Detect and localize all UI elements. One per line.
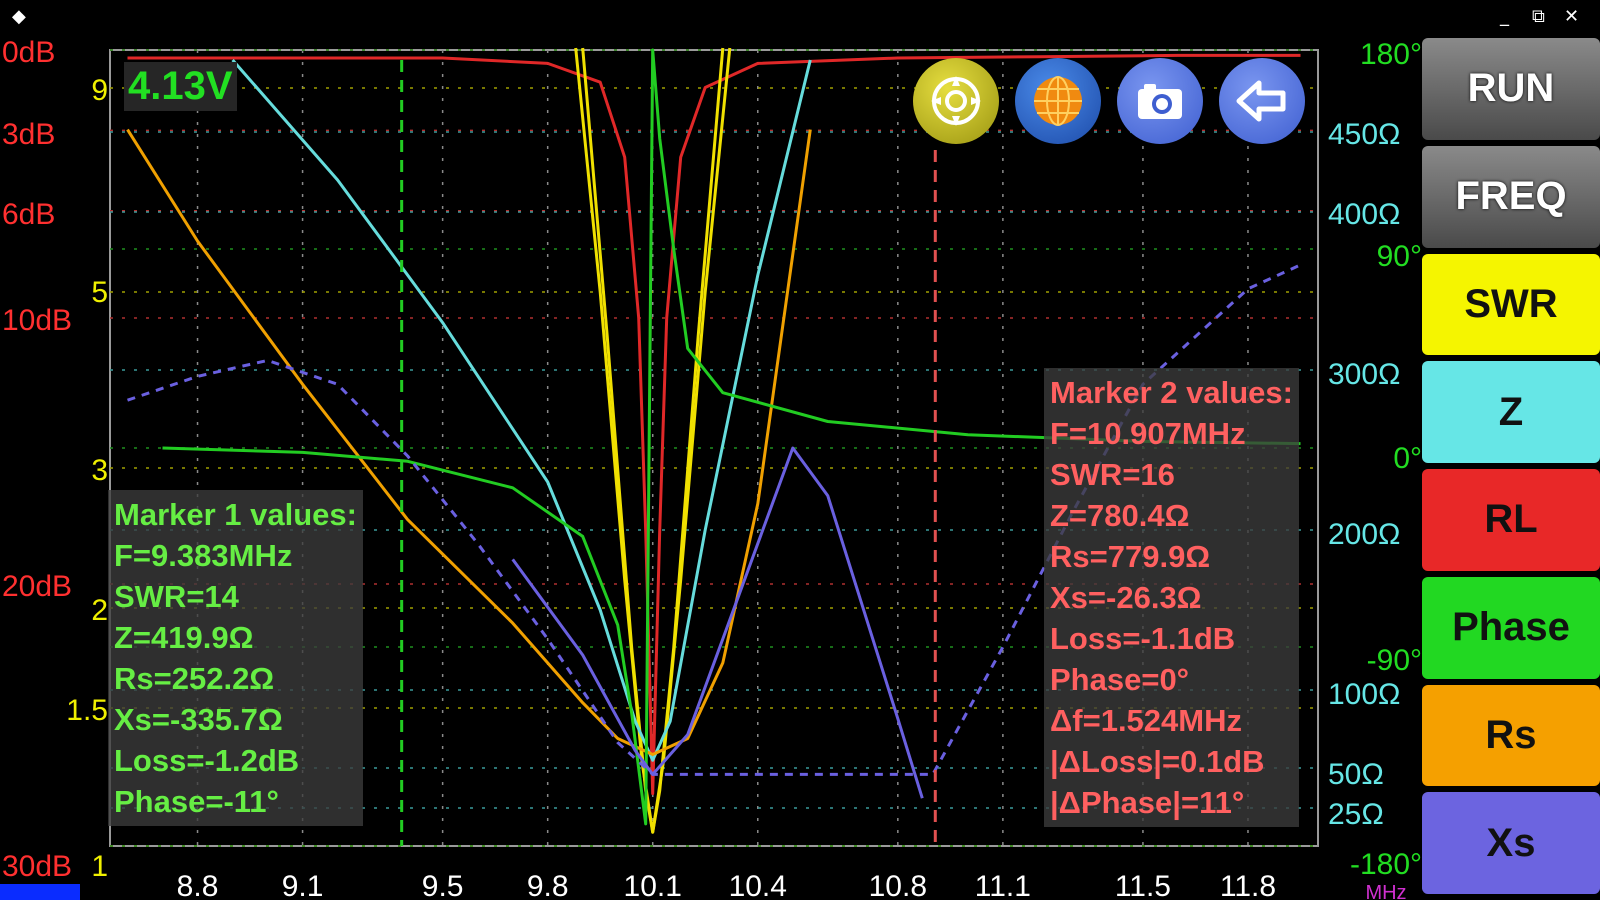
swr-tick-label: 3: [91, 454, 108, 487]
phase-tick-label: 180°: [1360, 38, 1422, 71]
marker2-line: F=10.907MHz: [1050, 416, 1246, 451]
marker2-line: Δf=1.524MHz: [1050, 703, 1242, 738]
x-tick-label: 8.8: [177, 870, 219, 900]
sidebar-button-run[interactable]: RUN: [1422, 38, 1600, 140]
marker2-line: |ΔLoss|=0.1dB: [1050, 744, 1265, 779]
series-xs-line: [511, 446, 924, 799]
x-tick-label: 10.4: [729, 870, 787, 900]
rl-tick-label: 30dB: [2, 850, 72, 883]
z-tick-label: 400Ω: [1328, 198, 1400, 231]
back-button[interactable]: [1219, 58, 1305, 144]
sidebar-button-phase[interactable]: Phase: [1422, 576, 1600, 679]
marker1-line: Rs=252.2Ω: [114, 661, 275, 696]
z-tick-label: 50Ω: [1328, 758, 1384, 791]
globe-icon: [1034, 76, 1082, 126]
marker1-line: Marker 1 values:: [114, 497, 357, 532]
marker2-line: Xs=-26.3Ω: [1050, 580, 1202, 615]
camera-icon: [1138, 84, 1182, 119]
camera-button[interactable]: [1117, 58, 1203, 144]
minimize-icon[interactable]: _: [1500, 6, 1509, 27]
x-tick-label: 9.5: [422, 870, 464, 900]
app-menu-icon[interactable]: ◆: [12, 6, 26, 27]
x-tick-label: 9.1: [282, 870, 324, 900]
sidebar-button-swr[interactable]: SWR: [1422, 253, 1600, 356]
marker2-line: Loss=-1.1dB: [1050, 621, 1236, 656]
sidebar-button-rl[interactable]: RL: [1422, 469, 1600, 571]
swr-tick-label: 9: [91, 74, 108, 107]
swr-tick-label: 2: [91, 594, 108, 627]
marker2-line: Rs=779.9Ω: [1050, 539, 1211, 574]
z-tick-label: 450Ω: [1328, 118, 1400, 151]
marker1-line: Xs=-335.7Ω: [114, 702, 283, 737]
swr-tick-label: 1: [91, 850, 108, 883]
sidebar-button-rs[interactable]: Rs: [1422, 684, 1600, 787]
z-tick-label: 300Ω: [1328, 358, 1400, 391]
x-tick-label: 11.8: [1220, 870, 1276, 900]
rl-tick-label: 20dB: [2, 570, 72, 603]
phase-tick-label: 90°: [1377, 240, 1422, 273]
phase-tick-label: -90°: [1367, 644, 1422, 677]
marker2-line: Phase=0°: [1050, 662, 1190, 697]
rl-tick-label: 10dB: [2, 304, 72, 337]
marker2-line: SWR=16: [1050, 457, 1175, 492]
target-icon: [931, 76, 981, 126]
globe-button[interactable]: [1015, 58, 1101, 144]
swr-tick-label: 1.5: [66, 694, 108, 727]
x-tick-label: 10.1: [624, 870, 682, 900]
z-tick-label: 100Ω: [1328, 678, 1400, 711]
z-tick-label: 25Ω: [1328, 798, 1384, 831]
target-button[interactable]: [913, 58, 999, 144]
rl-tick-label: 3dB: [2, 118, 55, 151]
phase-tick-label: 0°: [1393, 442, 1422, 475]
rl-tick-label: 0dB: [2, 36, 55, 69]
x-tick-label: 11.1: [975, 870, 1031, 900]
swr-tick-label: 5: [91, 276, 108, 309]
marker1-line: Phase=-11°: [114, 784, 279, 819]
marker1-line: Z=419.9Ω: [114, 620, 254, 655]
phase-tick-label: -180°: [1350, 848, 1422, 881]
close-icon[interactable]: ✕: [1564, 6, 1579, 27]
sidebar-button-freq[interactable]: FREQ: [1422, 145, 1600, 248]
sidebar-button-xs[interactable]: Xs: [1422, 792, 1600, 894]
back-arrow-icon: [1236, 80, 1286, 122]
sidebar: RUN FREQ SWR Z RL Phase Rs Xs: [1422, 38, 1600, 900]
z-tick-label: 200Ω: [1328, 518, 1400, 551]
marker-2-panel: Marker 2 values: F=10.907MHz SWR=16 Z=780.4…: [1044, 368, 1299, 827]
status-bar-indicator: [0, 884, 80, 900]
x-unit-label: MHz: [1365, 882, 1406, 900]
sidebar-button-z[interactable]: Z: [1422, 361, 1600, 463]
marker-1-panel: Marker 1 values: F=9.383MHz SWR=14 Z=419.9Ω…: [108, 490, 363, 826]
marker1-line: Loss=-1.2dB: [114, 743, 300, 778]
marker1-line: F=9.383MHz: [114, 538, 293, 573]
x-tick-label: 10.8: [869, 870, 927, 900]
rl-tick-label: 6dB: [2, 198, 55, 231]
voltage-readout: 4.13V: [124, 62, 237, 111]
marker2-line: Z=780.4Ω: [1050, 498, 1190, 533]
marker2-line: |ΔPhase|=11°: [1050, 785, 1245, 820]
marker2-line: Marker 2 values:: [1050, 375, 1293, 410]
marker1-line: SWR=14: [114, 579, 239, 614]
x-tick-label: 11.5: [1115, 870, 1171, 900]
x-tick-label: 9.8: [527, 870, 569, 900]
restore-icon[interactable]: ⧉: [1532, 6, 1545, 27]
